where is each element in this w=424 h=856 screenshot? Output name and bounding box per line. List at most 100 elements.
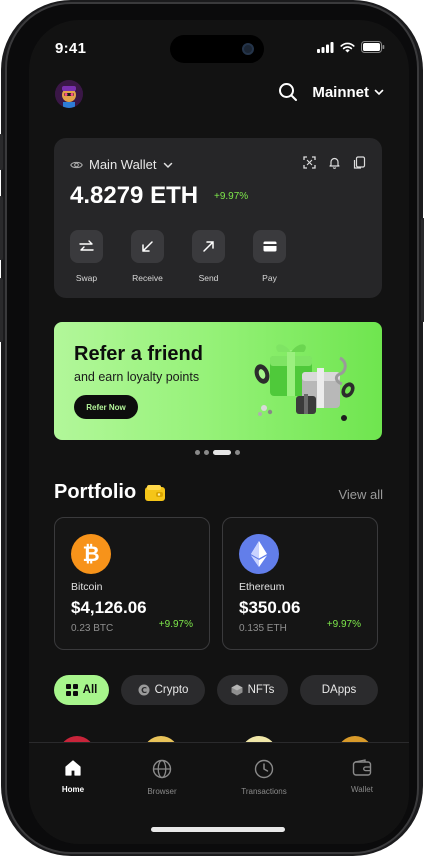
swap-label: Swap: [75, 273, 98, 283]
refer-now-button[interactable]: Refer Now: [74, 395, 138, 419]
arrow-up-right-icon: [203, 241, 214, 252]
wallet-balance: 4.8279 ETH: [70, 182, 199, 209]
carousel-dot[interactable]: [204, 450, 209, 455]
referral-banner[interactable]: Refer a friend and earn loyalty points R…: [54, 322, 382, 440]
tab-label: Home: [61, 785, 85, 794]
wallet-actions: Swap Receive Send Pay: [70, 230, 286, 283]
filter-label: DApps: [321, 684, 357, 696]
filter-all[interactable]: All: [54, 675, 109, 705]
ethereum-icon: [251, 541, 267, 567]
send-button[interactable]: [192, 230, 225, 263]
filter-label: All: [82, 684, 98, 696]
copy-icon[interactable]: [353, 156, 366, 169]
coin-amount: 0.135 ETH: [239, 623, 287, 634]
wallet-tools: [303, 156, 366, 169]
carousel-dot[interactable]: [195, 450, 200, 455]
app-screen: 9:41 Mainnet Main Wallet 4.8279 ETH +9.9…: [29, 20, 409, 844]
coin-change: +9.97%: [326, 619, 361, 630]
arrow-down-left-icon: [142, 241, 153, 252]
tab-label: Browser: [147, 787, 177, 796]
tab-label: Transactions: [241, 787, 287, 796]
swap-button[interactable]: [70, 230, 103, 263]
tab-transactions[interactable]: Transactions: [226, 759, 302, 796]
network-selector[interactable]: Mainnet: [312, 84, 385, 101]
wallet-emoji-icon: [145, 484, 166, 501]
pay-button[interactable]: [253, 230, 286, 263]
phone-frame: 9:41 Mainnet Main Wallet 4.8279 ETH +9.9…: [0, 0, 424, 856]
globe-icon: [152, 759, 172, 779]
receive-label: Receive: [132, 273, 163, 283]
nft-cube-icon: [231, 684, 243, 696]
camera-icon: [242, 43, 254, 55]
wifi-icon: [340, 42, 355, 52]
gift-illustration: [254, 344, 355, 421]
signal-icon: [317, 41, 334, 53]
filter-dapps[interactable]: DApps: [300, 675, 378, 705]
receive-action[interactable]: Receive: [131, 230, 164, 283]
tab-wallet[interactable]: Wallet: [324, 759, 400, 794]
home-icon: [65, 760, 81, 776]
coin-value: $350.06: [239, 598, 301, 617]
pay-label: Pay: [262, 273, 277, 283]
ethereum-logo: [239, 534, 279, 574]
wallet-name: Main Wallet: [89, 157, 157, 172]
coin-amount: 0.23 BTC: [71, 623, 114, 634]
carousel-dot[interactable]: [235, 450, 240, 455]
svg-text:₿: ₿: [82, 542, 99, 566]
receive-button[interactable]: [131, 230, 164, 263]
dynamic-island: [170, 35, 264, 63]
network-label: Mainnet: [312, 83, 369, 101]
chevron-down-icon: [374, 89, 384, 96]
header-actions: Mainnet: [278, 82, 385, 102]
home-indicator[interactable]: [151, 827, 285, 832]
portfolio-title: Portfolio: [54, 481, 137, 503]
bitcoin-card[interactable]: ₿ Bitcoin $4,126.06 0.23 BTC +9.97%: [54, 517, 210, 650]
card-icon: [263, 241, 276, 252]
carousel-dots: [195, 450, 240, 455]
view-all-link[interactable]: View all: [338, 487, 383, 502]
swap-action[interactable]: Swap: [70, 230, 103, 283]
volume-down-button: [0, 278, 3, 342]
filter-chips: All C Crypto NFTs DApps: [54, 675, 378, 705]
banner-subtitle: and earn loyalty points: [74, 370, 200, 384]
tab-label: Wallet: [351, 785, 373, 794]
send-label: Send: [198, 273, 219, 283]
battery-icon: [361, 41, 385, 53]
coin-name: Bitcoin: [71, 581, 103, 593]
carousel-dot-active[interactable]: [213, 450, 231, 455]
coin-value: $4,126.06: [71, 598, 147, 617]
coin-icon: C: [138, 684, 150, 696]
clock-icon: [254, 759, 274, 779]
search-icon[interactable]: [278, 82, 298, 102]
scan-icon[interactable]: [303, 156, 316, 169]
ethereum-card[interactable]: Ethereum $350.06 0.135 ETH +9.97%: [222, 517, 378, 650]
volume-up-button: [0, 196, 3, 260]
wallet-selector[interactable]: Main Wallet: [70, 157, 174, 172]
wallet-card: Main Wallet 4.8279 ETH +9.97% Swap Recei…: [54, 138, 382, 298]
bitcoin-icon: ₿: [82, 542, 99, 566]
filter-label: Crypto: [154, 684, 189, 696]
avatar[interactable]: [55, 80, 83, 108]
status-icons: [317, 41, 385, 53]
portfolio-heading: Portfolio: [54, 481, 166, 504]
tab-home[interactable]: Home: [35, 759, 111, 794]
filter-crypto[interactable]: C Crypto: [121, 675, 205, 705]
pay-action[interactable]: Pay: [253, 230, 286, 283]
status-time: 9:41: [55, 40, 87, 57]
balance-change: +9.97%: [214, 191, 249, 202]
banner-title: Refer a friend: [74, 343, 203, 365]
eye-icon[interactable]: [70, 160, 83, 170]
grid-icon: [65, 684, 78, 696]
wallet-icon: [352, 759, 372, 776]
tab-browser[interactable]: Browser: [124, 759, 200, 796]
svg-text:C: C: [141, 686, 147, 695]
avatar-icon: [55, 80, 83, 108]
coin-name: Ethereum: [239, 581, 285, 593]
bell-icon[interactable]: [328, 156, 341, 169]
coin-change: +9.97%: [158, 619, 193, 630]
filter-nfts[interactable]: NFTs: [217, 675, 288, 705]
send-action[interactable]: Send: [192, 230, 225, 283]
swap-icon: [79, 239, 94, 251]
mute-switch: [0, 134, 3, 170]
bitcoin-logo: ₿: [71, 534, 111, 574]
